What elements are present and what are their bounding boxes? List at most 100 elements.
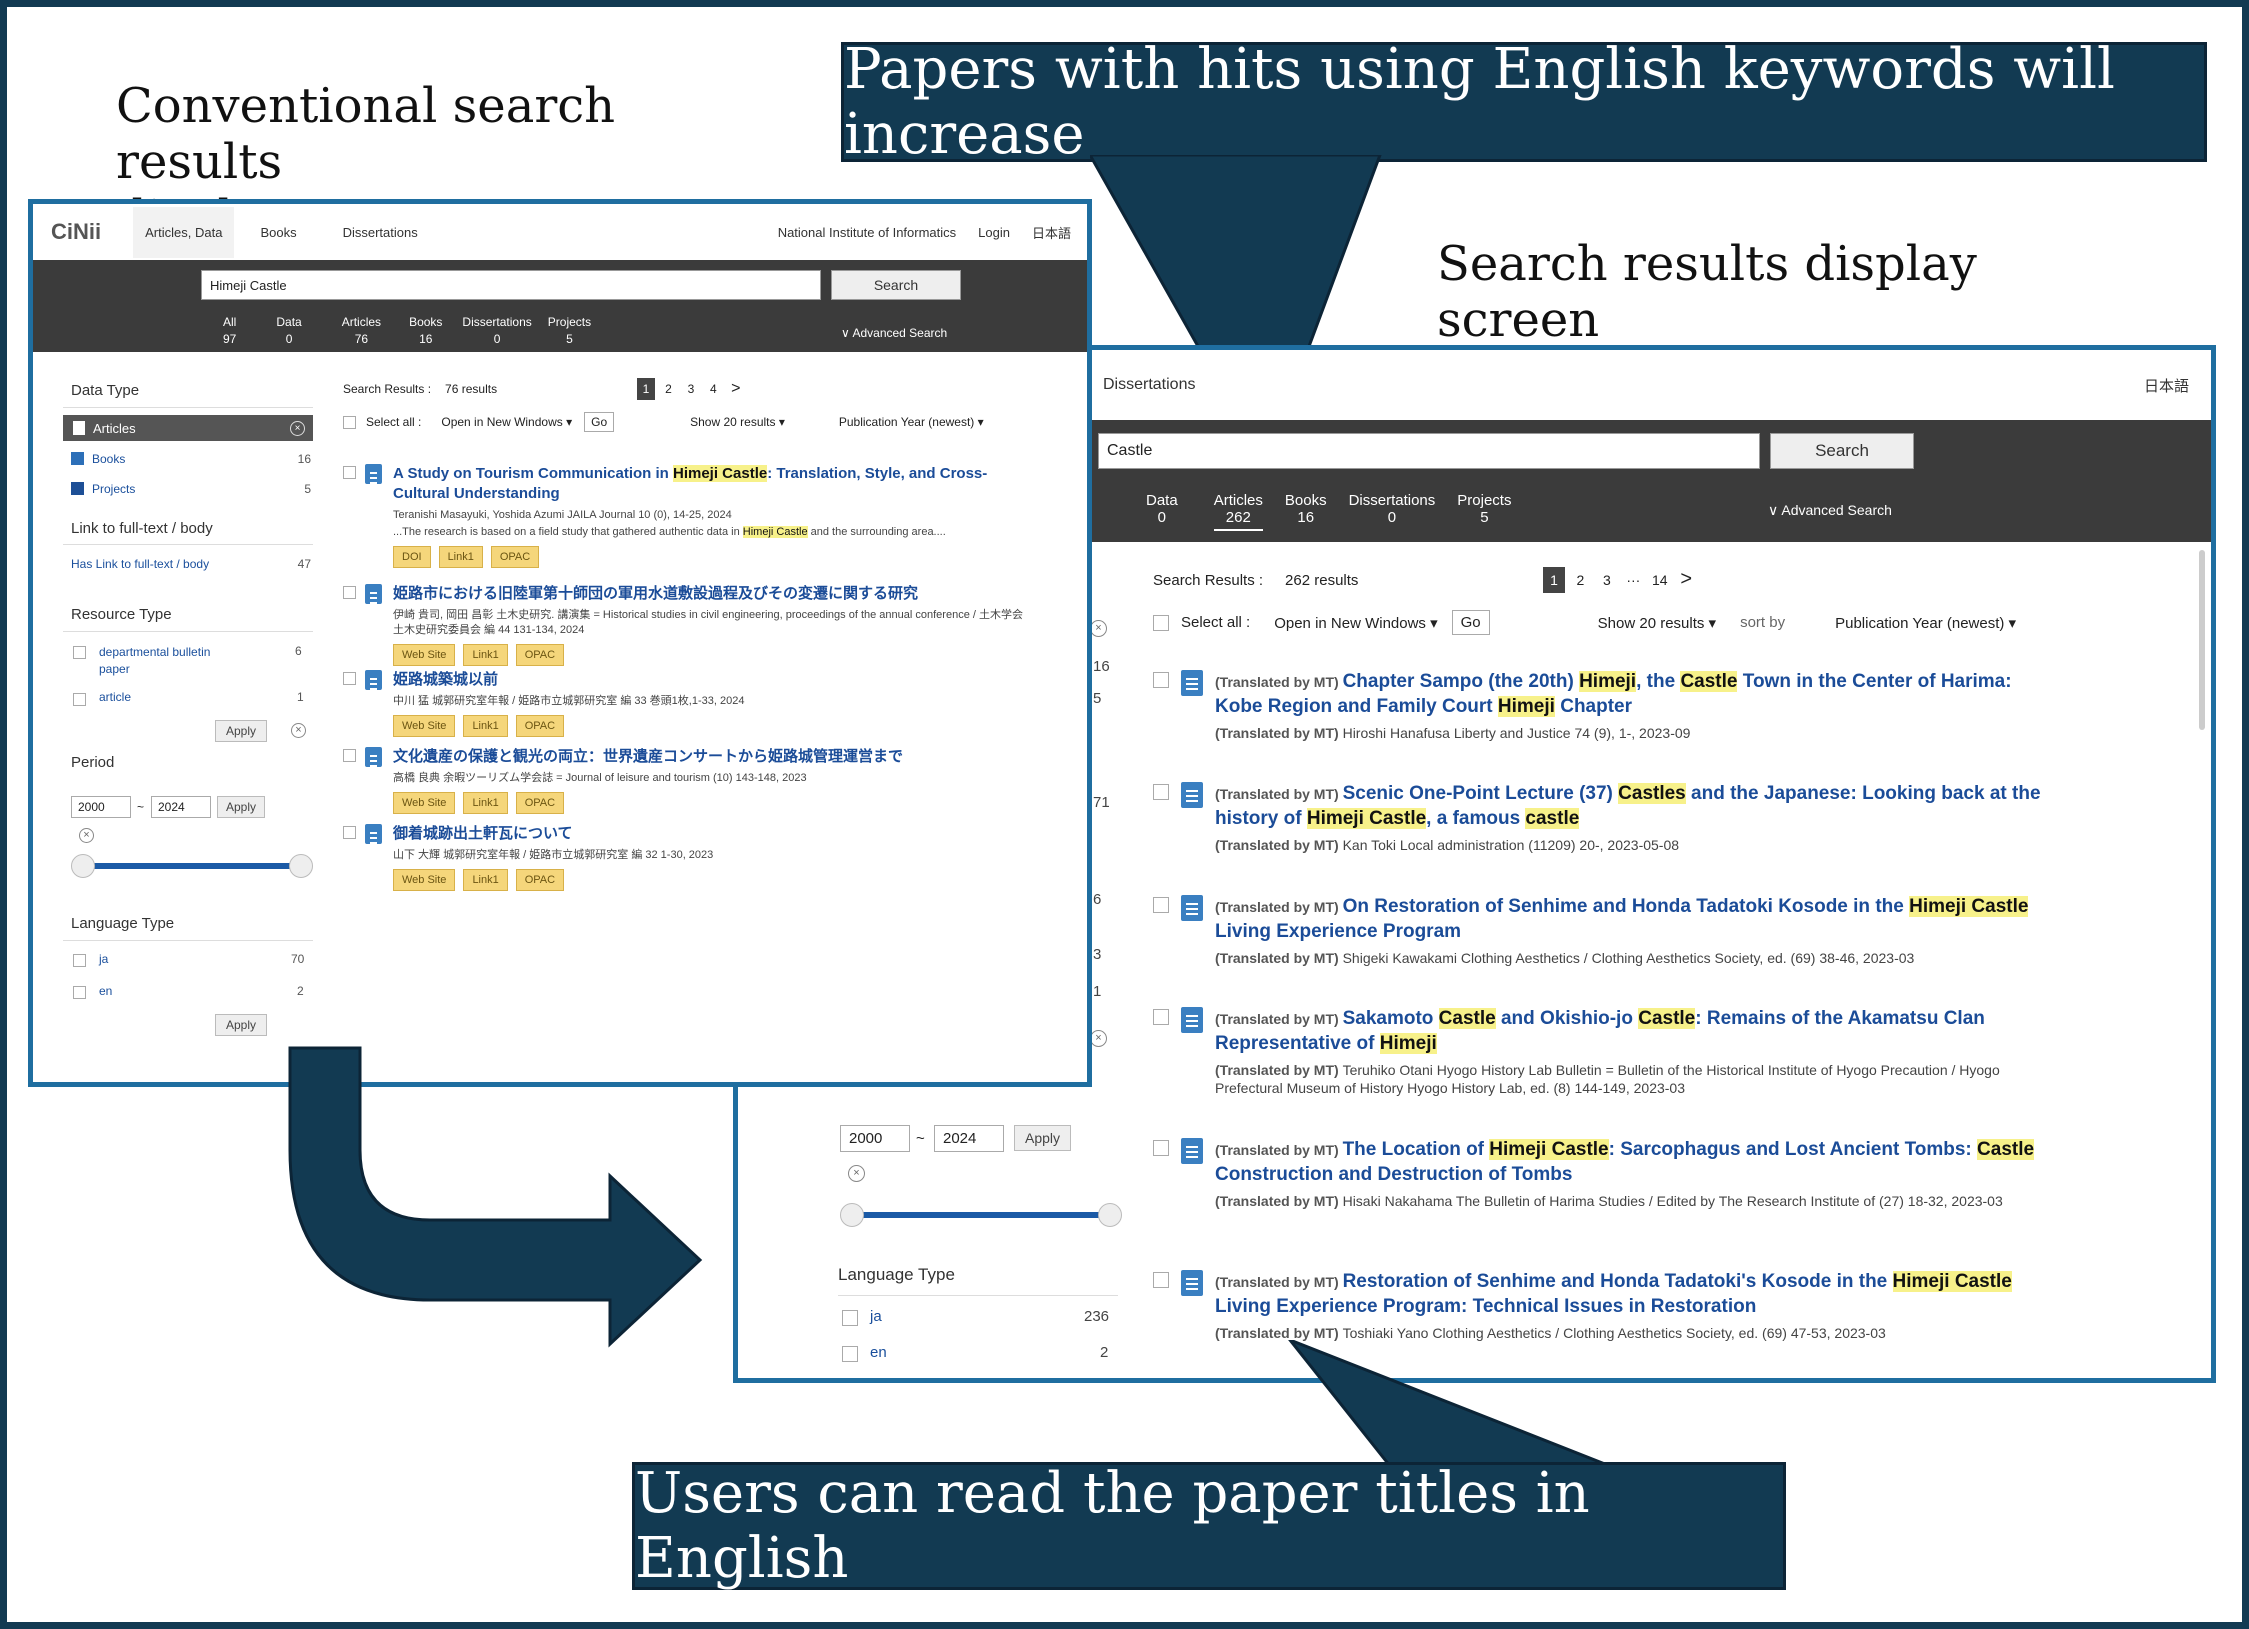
opac-button[interactable]: OPAC	[490, 546, 540, 568]
web-site-button[interactable]: Web Site	[393, 792, 456, 814]
web-site-button[interactable]: Web Site	[393, 644, 456, 666]
period-from-input[interactable]: 2000	[840, 1125, 910, 1152]
page-size-select[interactable]: Show 20 results ▾	[690, 415, 785, 429]
period-slider-track[interactable]	[81, 863, 301, 869]
clear-icon[interactable]: ×	[1090, 620, 1107, 637]
scrollbar[interactable]	[2199, 550, 2205, 730]
lang-switch[interactable]: 日本語	[1032, 223, 1071, 242]
go-button[interactable]: Go	[1451, 610, 1490, 635]
clear-icon[interactable]: ×	[291, 723, 306, 738]
tab-articles[interactable]: Articles 76	[342, 314, 381, 348]
doi-button[interactable]: DOI	[393, 546, 431, 568]
page-size-select[interactable]: Show 20 results ▾	[1598, 614, 1716, 632]
tab-books[interactable]: Books 16	[1285, 492, 1327, 531]
result-checkbox[interactable]	[343, 826, 356, 839]
select-all-checkbox[interactable]	[1153, 614, 1169, 631]
period-apply-button[interactable]: Apply	[217, 796, 266, 818]
result-checkbox[interactable]	[1153, 1009, 1169, 1025]
facet-books[interactable]: Books 16	[71, 452, 311, 466]
page-1[interactable]: 1	[1543, 567, 1565, 593]
nav-articles-data[interactable]: Articles, Data	[133, 206, 235, 258]
select-all-checkbox[interactable]	[343, 415, 356, 429]
lang-en-label[interactable]: en	[870, 1344, 887, 1361]
tab-all[interactable]: All 97	[223, 314, 236, 348]
result-checkbox[interactable]	[1153, 672, 1169, 688]
next-page-icon[interactable]: >	[727, 376, 745, 402]
slider-handle-start[interactable]	[71, 854, 95, 878]
tab-dissertations[interactable]: Dissertations 0	[462, 314, 531, 348]
go-button[interactable]: Go	[584, 412, 615, 432]
link1-button[interactable]: Link1	[463, 644, 508, 666]
result-title-link[interactable]: 姫路城築城以前	[393, 670, 1033, 690]
lang-ja-checkbox[interactable]	[73, 954, 86, 967]
page-2[interactable]: 2	[659, 376, 677, 402]
tab-data[interactable]: Data 0	[276, 314, 301, 348]
login-link[interactable]: Login	[978, 225, 1010, 240]
period-slider-track[interactable]	[850, 1212, 1108, 1218]
clear-icon[interactable]: ×	[290, 420, 305, 436]
tab-projects[interactable]: Projects 5	[548, 314, 591, 348]
web-site-button[interactable]: Web Site	[393, 715, 456, 737]
cinii-logo[interactable]: CiNii	[51, 219, 101, 245]
facet-articles[interactable]: Articles ×	[63, 415, 313, 441]
nav-dissertations[interactable]: Dissertations	[343, 225, 418, 240]
page-1[interactable]: 1	[637, 378, 655, 400]
link1-button[interactable]: Link1	[438, 546, 483, 568]
facet-has-fulltext[interactable]: Has Link to full-text / body 47	[71, 557, 311, 571]
page-14[interactable]: 14	[1649, 567, 1671, 593]
tab-books[interactable]: Books 16	[409, 314, 442, 348]
slider-handle-end[interactable]	[289, 854, 313, 878]
slider-handle-start[interactable]	[840, 1203, 864, 1227]
tab-articles[interactable]: Articles 262	[1213, 492, 1263, 531]
link1-button[interactable]: Link1	[463, 715, 508, 737]
opac-button[interactable]: OPAC	[515, 644, 565, 666]
sort-select[interactable]: Publication Year (newest) ▾	[1835, 614, 2016, 632]
resource-article-label[interactable]: article	[99, 690, 131, 704]
result-title-link[interactable]: 御着城跡出土軒瓦について	[393, 824, 1033, 844]
result-title-link[interactable]: 姫路市における旧陸軍第十師団の軍用水道敷設過程及びその変遷に関する研究	[393, 584, 1033, 604]
search-button[interactable]: Search	[831, 270, 961, 300]
tab-data[interactable]: Data 0	[1146, 492, 1178, 531]
facet-projects[interactable]: Projects 5	[71, 482, 311, 496]
lang-en-label[interactable]: en	[99, 984, 112, 998]
language-apply-button[interactable]: Apply	[215, 1014, 268, 1036]
lang-ja-checkbox[interactable]	[842, 1310, 858, 1326]
result-checkbox[interactable]	[343, 672, 356, 685]
advanced-search-link[interactable]: ∨ Advanced Search	[841, 326, 947, 340]
result-checkbox[interactable]	[343, 749, 356, 762]
clear-icon[interactable]: ×	[1090, 1030, 1107, 1047]
result-title-link[interactable]: A Study on Tourism Communication in Hime…	[393, 464, 1033, 504]
tab-dissertations[interactable]: Dissertations 0	[1349, 492, 1436, 531]
tab-projects[interactable]: Projects 5	[1457, 492, 1511, 531]
result-title-link[interactable]: 文化遺産の保護と観光の両立：世界遺産コンサートから姫路城管理運営まで	[393, 747, 1033, 767]
result-checkbox[interactable]	[1153, 784, 1169, 800]
nav-dissertations[interactable]: Dissertations	[1103, 376, 1195, 394]
clear-icon[interactable]: ×	[848, 1165, 865, 1182]
link1-button[interactable]: Link1	[463, 792, 508, 814]
open-new-window-select[interactable]: Open in New Windows ▾	[441, 415, 572, 429]
page-2[interactable]: 2	[1569, 567, 1591, 593]
sort-select[interactable]: Publication Year (newest) ▾	[839, 415, 984, 429]
nav-books[interactable]: Books	[260, 225, 296, 240]
next-page-icon[interactable]: >	[1675, 566, 1697, 592]
resource-bulletin-label[interactable]: departmental bulletin paper	[99, 644, 229, 678]
lang-ja-label[interactable]: ja	[870, 1308, 882, 1325]
search-button[interactable]: Search	[1770, 433, 1914, 469]
opac-button[interactable]: OPAC	[515, 715, 565, 737]
result-checkbox[interactable]	[343, 586, 356, 599]
page-4[interactable]: 4	[704, 376, 722, 402]
result-checkbox[interactable]	[1153, 1272, 1169, 1288]
search-input[interactable]: Himeji Castle	[201, 270, 821, 300]
opac-button[interactable]: OPAC	[515, 792, 565, 814]
opac-button[interactable]: OPAC	[515, 869, 565, 891]
slider-handle-end[interactable]	[1098, 1203, 1122, 1227]
period-to-input[interactable]: 2024	[151, 796, 211, 818]
nav-nii[interactable]: National Institute of Informatics	[778, 225, 956, 240]
resource-apply-button[interactable]: Apply	[215, 720, 268, 742]
page-3[interactable]: 3	[1596, 567, 1618, 593]
lang-ja-label[interactable]: ja	[99, 952, 108, 966]
search-input[interactable]: Castle	[1098, 433, 1760, 469]
lang-switch[interactable]: 日本語	[2144, 375, 2189, 396]
period-from-input[interactable]: 2000	[71, 796, 131, 818]
lang-en-checkbox[interactable]	[842, 1346, 858, 1362]
